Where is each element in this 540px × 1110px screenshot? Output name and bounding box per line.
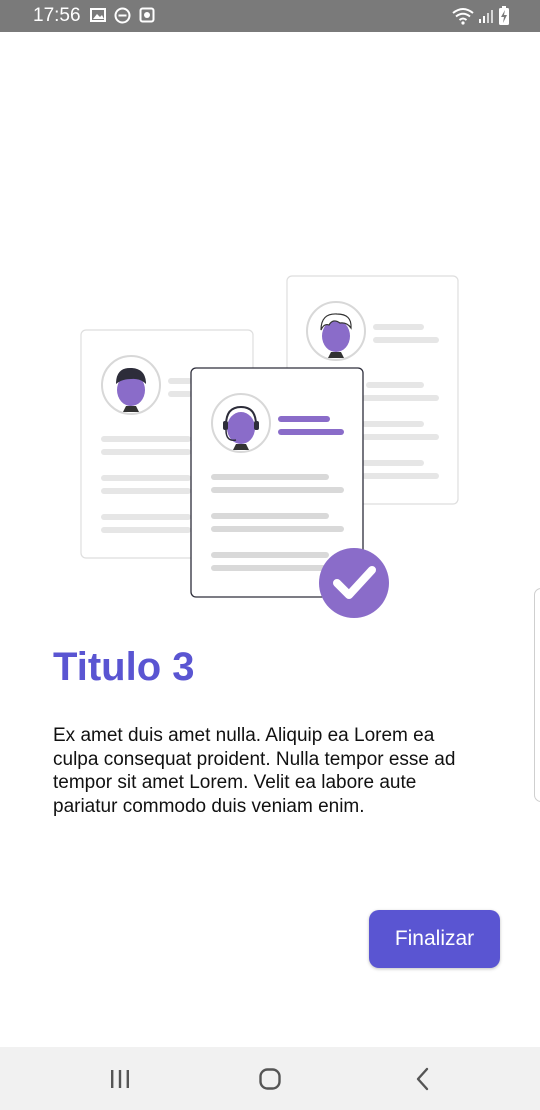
page-description: Ex amet duis amet nulla. Aliquip ea Lore… (53, 725, 456, 817)
page-title: Titulo 3 (53, 645, 195, 689)
back-icon[interactable] (408, 1065, 438, 1093)
checkmark-badge-icon (319, 548, 389, 618)
finish-button[interactable]: Finalizar (369, 910, 500, 968)
resumes-illustration (80, 275, 459, 618)
recent-apps-icon[interactable] (105, 1065, 135, 1093)
next-page-edge (534, 588, 540, 802)
home-icon[interactable] (255, 1065, 285, 1093)
navigation-bar (0, 1047, 540, 1110)
